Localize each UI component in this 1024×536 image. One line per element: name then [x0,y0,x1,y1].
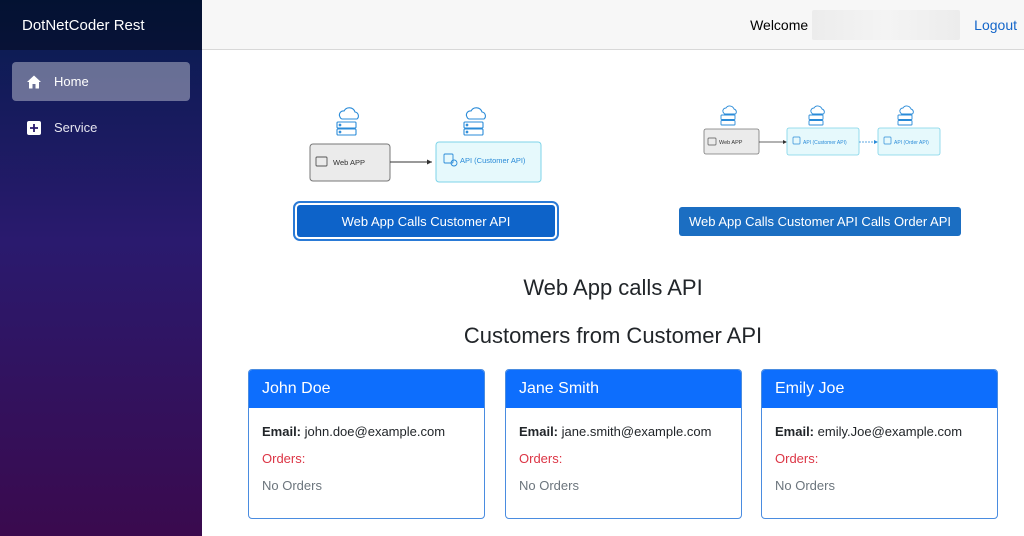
orders-status: No Orders [519,478,579,493]
email-label: Email: [262,424,302,439]
cloud-server-icon [897,105,914,126]
orders-label: Orders: [519,451,563,466]
diagram-web-app-customer-api: Web APP API (Customer API) [302,103,552,188]
email-value: emily.Joe@example.com [817,424,963,439]
customer-card: John Doe Email: john.doe@example.com Ord… [248,369,485,519]
diagram-api-label: API (Customer API) [460,156,526,165]
section-heading: Customers from Customer API [463,323,763,348]
customer-email: Email: emily.Joe@example.com [775,424,984,439]
sidebar-nav: Home Service [0,50,202,147]
user-name-redacted [812,9,961,40]
main-content: Web APP API (Customer API) Web App Calls… [202,51,1024,536]
customer-name: John Doe [249,370,484,408]
web-app-calls-customer-api-button[interactable]: Web App Calls Customer API [293,201,559,241]
email-value: john.doe@example.com [304,424,446,439]
diagram2-web-app-label: Web APP [719,140,743,146]
customer-card: Emily Joe Email: emily.Joe@example.com O… [761,369,998,519]
sidebar-item-home[interactable]: Home [12,62,190,101]
orders-label: Orders: [775,451,819,466]
diagram-web-app-customer-order-api: Web APP API (Customer API) API (Order AP… [697,101,947,161]
customer-card: Jane Smith Email: jane.smith@example.com… [505,369,742,519]
sidebar: DotNetCoder Rest Home Service [0,0,202,536]
email-label: Email: [519,424,559,439]
page-heading: Web App calls API [523,275,703,300]
diagram2-api1-label: API (Customer API) [803,140,847,146]
cloud-server-icon [336,107,359,136]
customer-name: Jane Smith [506,370,741,408]
logout-link[interactable]: Logout [974,17,1017,33]
top-bar: Welcome Logout [202,0,1024,50]
home-icon [26,74,42,90]
web-app-calls-customer-order-api-button[interactable]: Web App Calls Customer API Calls Order A… [679,207,961,236]
sidebar-item-label: Service [54,120,98,135]
email-value: jane.smith@example.com [561,424,712,439]
plus-box-icon [26,120,42,136]
orders-status: No Orders [262,478,322,493]
orders-label: Orders: [262,451,306,466]
diagram-web-app-label: Web APP [333,158,365,167]
welcome-text: Welcome [750,16,809,33]
customer-name: Emily Joe [762,370,997,408]
cloud-server-icon [808,105,825,126]
brand-title[interactable]: DotNetCoder Rest [0,0,202,50]
cloud-server-icon [720,105,737,126]
customer-email: Email: john.doe@example.com [262,424,471,439]
cloud-server-icon [463,107,486,136]
email-label: Email: [775,424,815,439]
orders-status: No Orders [775,478,835,493]
sidebar-item-service[interactable]: Service [12,108,190,147]
diagram2-api2-label: API (Order API) [894,140,929,146]
sidebar-item-label: Home [54,74,89,89]
customer-email: Email: jane.smith@example.com [519,424,728,439]
